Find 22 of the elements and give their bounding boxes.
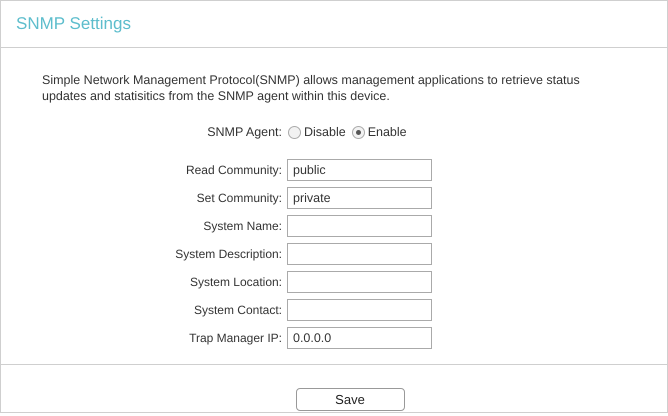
text-field[interactable] xyxy=(287,299,432,321)
text-field[interactable] xyxy=(287,215,432,237)
field-label: SNMP Agent: xyxy=(206,124,282,141)
text-field[interactable]: 0.0.0.0 xyxy=(287,327,432,349)
radio-label[interactable]: Enable xyxy=(368,122,407,142)
field-label: Trap Manager IP: xyxy=(188,330,282,347)
save-button[interactable]: Save xyxy=(296,388,404,411)
description-text: Simple Network Management Protocol(SNMP) allows management applications to retrieve status updates and statisitics from the SNMP agent within this device. xyxy=(42,72,581,104)
field-label: Set Community: xyxy=(196,190,282,207)
field-label: System Description: xyxy=(174,246,282,263)
radio-button[interactable] xyxy=(288,126,301,138)
text-field[interactable]: public xyxy=(287,159,432,181)
field-label: System Location: xyxy=(188,274,282,291)
radio-label[interactable]: Disable xyxy=(304,122,346,142)
radio-button[interactable] xyxy=(352,126,365,138)
field-label: System Name: xyxy=(202,218,282,235)
text-field[interactable]: private xyxy=(287,187,432,209)
text-field[interactable] xyxy=(287,243,432,265)
field-label: System Contact: xyxy=(192,302,282,319)
text-field[interactable] xyxy=(287,271,432,293)
panel-title: SNMP Settings xyxy=(16,13,131,36)
field-label: Read Community: xyxy=(184,162,282,179)
